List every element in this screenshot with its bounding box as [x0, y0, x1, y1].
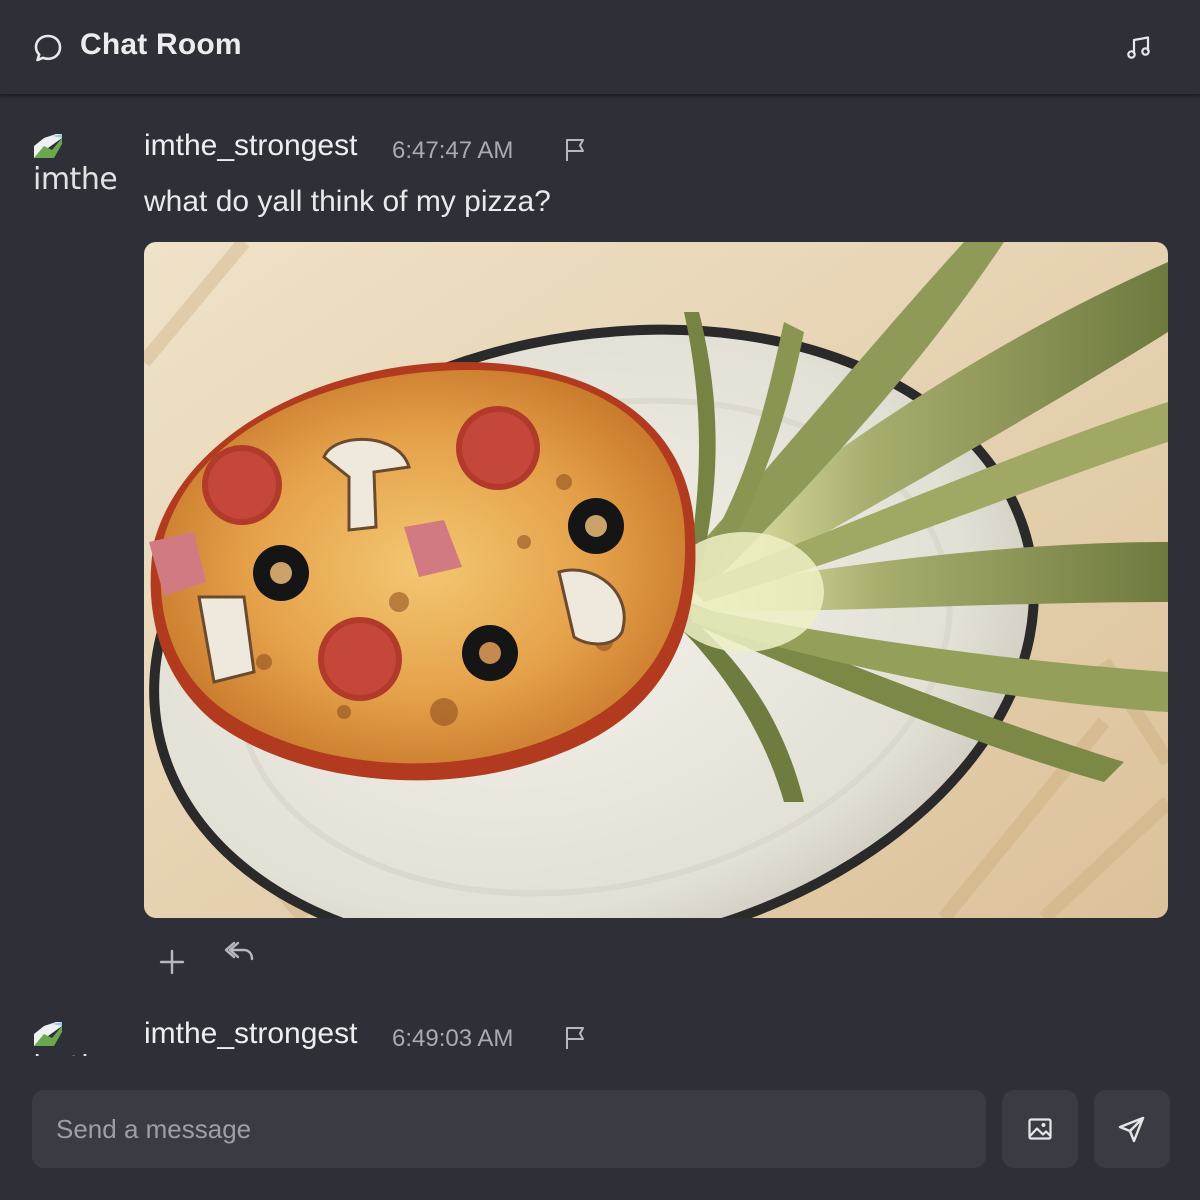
message-text: what do yall think of my pizza?	[144, 185, 551, 218]
plus-icon	[159, 949, 185, 975]
reply-icon	[224, 941, 254, 961]
broken-image-icon	[34, 134, 62, 158]
report-button[interactable]	[562, 1024, 590, 1052]
chat-bubble-icon	[34, 34, 62, 62]
message-item: imthe imthe_strongest 6:49:03 AM	[0, 984, 1200, 1056]
message-image[interactable]	[144, 242, 1168, 918]
username[interactable]: imthe_strongest	[144, 129, 357, 163]
timestamp: 6:49:03 AM	[392, 1025, 514, 1052]
pizza-photo	[144, 242, 1168, 918]
attach-image-button[interactable]	[1002, 1090, 1078, 1168]
message-input[interactable]	[32, 1090, 986, 1168]
music-note-icon	[1127, 36, 1150, 59]
message-item: imthe imthe_strongest 6:47:47 AM what do…	[0, 96, 1200, 1026]
chat-header: Chat Room	[0, 0, 1200, 95]
image-icon	[1028, 1118, 1052, 1140]
flag-icon	[566, 139, 584, 161]
report-button[interactable]	[562, 136, 590, 164]
message-composer	[0, 1056, 1200, 1200]
avatar-alt-text: imthe	[33, 162, 116, 196]
add-reaction-button[interactable]	[150, 941, 190, 981]
page-title: Chat Room	[80, 28, 242, 61]
send-button[interactable]	[1094, 1090, 1170, 1168]
flag-icon	[566, 1027, 584, 1049]
username[interactable]: imthe_strongest	[144, 1017, 357, 1051]
timestamp: 6:47:47 AM	[392, 137, 514, 164]
avatar[interactable]: imthe	[32, 132, 116, 196]
send-icon	[1118, 1116, 1145, 1143]
broken-image-icon	[34, 1022, 62, 1046]
reply-button[interactable]	[220, 933, 260, 973]
avatar[interactable]: imthe	[32, 1020, 116, 1056]
message-list[interactable]: imthe imthe_strongest 6:47:47 AM what do…	[0, 96, 1200, 1056]
music-button[interactable]	[1120, 30, 1158, 66]
